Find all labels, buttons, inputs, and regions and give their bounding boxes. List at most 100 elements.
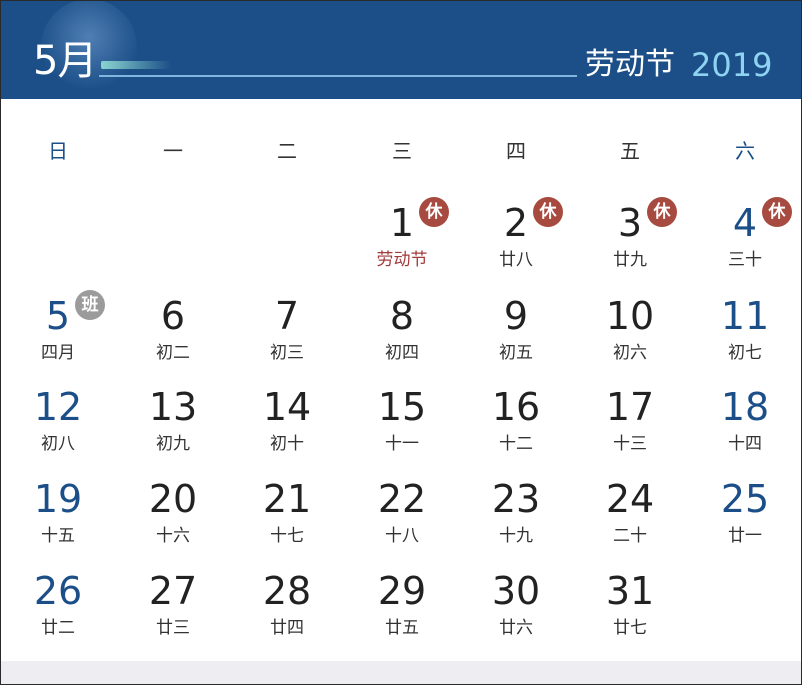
day-number: 26: [33, 569, 83, 613]
day-cell[interactable]: 18 十四: [688, 377, 801, 467]
day-cell[interactable]: 10 初六: [573, 286, 687, 376]
day-cell[interactable]: 11 初七: [688, 286, 801, 376]
weekday-label: 六: [735, 139, 755, 163]
lunar-date-label: 廿八: [499, 250, 533, 270]
day-cell[interactable]: 30 廿六: [459, 561, 573, 651]
day-cell[interactable]: 17 十三: [573, 377, 687, 467]
day-number: 28: [262, 569, 312, 613]
day-cell[interactable]: 2 廿八休: [459, 193, 573, 283]
day-number: 15: [377, 385, 427, 429]
day-cell[interactable]: 1 劳动节休: [345, 193, 459, 283]
lunar-date-label: 十二: [499, 434, 533, 454]
holiday-title: 劳动节: [585, 47, 675, 82]
lunar-date-label: 十四: [728, 434, 762, 454]
day-number: 31: [605, 569, 655, 613]
day-number: 27: [148, 569, 198, 613]
day-number: 23: [491, 477, 541, 521]
day-cell[interactable]: 22 十八: [345, 469, 459, 559]
day-number: 14: [262, 385, 312, 429]
lunar-date-label: 初七: [728, 343, 762, 363]
calendar-header: 5月 劳动节 2019: [1, 1, 801, 99]
day-cell[interactable]: 28 廿四: [230, 561, 344, 651]
lunar-date-label: 廿六: [499, 618, 533, 638]
rest-day-badge: 休: [533, 197, 563, 227]
day-number: 22: [377, 477, 427, 521]
rest-day-badge: 休: [419, 197, 449, 227]
day-cell[interactable]: 19 十五: [1, 469, 115, 559]
day-number: 17: [605, 385, 655, 429]
lunar-date-label: 廿四: [270, 618, 304, 638]
lunar-date-label: 初五: [499, 343, 533, 363]
day-number: 9: [503, 294, 529, 338]
day-number: 11: [720, 294, 770, 338]
lunar-date-label: 十五: [41, 526, 75, 546]
day-number: 21: [262, 477, 312, 521]
lunar-date-label: 十八: [385, 526, 419, 546]
calendar-card: 5月 劳动节 2019 日一二三四五六 1 劳动节休 2 廿八休 3 廿九休 4 三十休 5 四月…: [0, 0, 802, 685]
day-cell[interactable]: 27 廿三: [116, 561, 230, 651]
day-cell[interactable]: 13 初九: [116, 377, 230, 467]
lunar-date-label: 廿三: [156, 618, 190, 638]
day-cell[interactable]: 25 廿一: [688, 469, 801, 559]
day-number: 30: [491, 569, 541, 613]
lunar-date-label: 廿二: [41, 618, 75, 638]
weekday-label: 四: [506, 139, 526, 163]
day-number: 29: [377, 569, 427, 613]
day-cell[interactable]: 23 十九: [459, 469, 573, 559]
day-cell[interactable]: 26 廿二: [1, 561, 115, 651]
day-number: 7: [274, 294, 300, 338]
day-cell[interactable]: 3 廿九休: [573, 193, 687, 283]
lunar-date-label: 初六: [613, 343, 647, 363]
day-cell[interactable]: 21 十七: [230, 469, 344, 559]
day-number: 10: [605, 294, 655, 338]
day-cell[interactable]: 14 初十: [230, 377, 344, 467]
weekday-label: 一: [163, 139, 183, 163]
day-cell[interactable]: 20 十六: [116, 469, 230, 559]
lunar-date-label: 初二: [156, 343, 190, 363]
day-number: 19: [33, 477, 83, 521]
lunar-date-label: 初八: [41, 434, 75, 454]
day-cell[interactable]: 6 初二: [116, 286, 230, 376]
header-accent-bar: [101, 61, 171, 69]
day-cell[interactable]: 12 初八: [1, 377, 115, 467]
rest-day-badge: 休: [762, 197, 792, 227]
day-cell[interactable]: 31 廿七: [573, 561, 687, 651]
festival-label: 劳动节: [376, 250, 428, 270]
lunar-date-label: 廿一: [728, 526, 762, 546]
day-cell[interactable]: 15 十一: [345, 377, 459, 467]
month-label: 5月: [33, 38, 97, 84]
day-cell[interactable]: 4 三十休: [688, 193, 801, 283]
lunar-date-label: 十三: [613, 434, 647, 454]
day-cell[interactable]: 16 十二: [459, 377, 573, 467]
day-number: 16: [491, 385, 541, 429]
weekday-label: 二: [277, 139, 297, 163]
day-cell[interactable]: 5 四月班: [1, 286, 115, 376]
lunar-date-label: 初九: [156, 434, 190, 454]
day-number: 25: [720, 477, 770, 521]
day-cell[interactable]: 8 初四: [345, 286, 459, 376]
lunar-date-label: 四月: [41, 343, 75, 363]
day-number: 13: [148, 385, 198, 429]
header-divider-line: [99, 75, 577, 77]
day-cell[interactable]: 29 廿五: [345, 561, 459, 651]
day-cell[interactable]: 24 二十: [573, 469, 687, 559]
day-cell[interactable]: 9 初五: [459, 286, 573, 376]
weekday-label: 日: [48, 139, 68, 163]
day-cell[interactable]: 7 初三: [230, 286, 344, 376]
weekday-label: 三: [392, 139, 412, 163]
workday-badge: 班: [75, 290, 105, 320]
lunar-date-label: 初三: [270, 343, 304, 363]
lunar-date-label: 二十: [613, 526, 647, 546]
day-number: 6: [160, 294, 186, 338]
weekday-label: 五: [620, 139, 640, 163]
lunar-date-label: 初四: [385, 343, 419, 363]
lunar-date-label: 初十: [270, 434, 304, 454]
lunar-date-label: 廿九: [613, 250, 647, 270]
lunar-date-label: 廿五: [385, 618, 419, 638]
day-number: 20: [148, 477, 198, 521]
year-label: 2019: [691, 46, 773, 84]
bottom-strip: [1, 661, 801, 684]
lunar-date-label: 十六: [156, 526, 190, 546]
lunar-date-label: 廿七: [613, 618, 647, 638]
lunar-date-label: 三十: [728, 250, 762, 270]
